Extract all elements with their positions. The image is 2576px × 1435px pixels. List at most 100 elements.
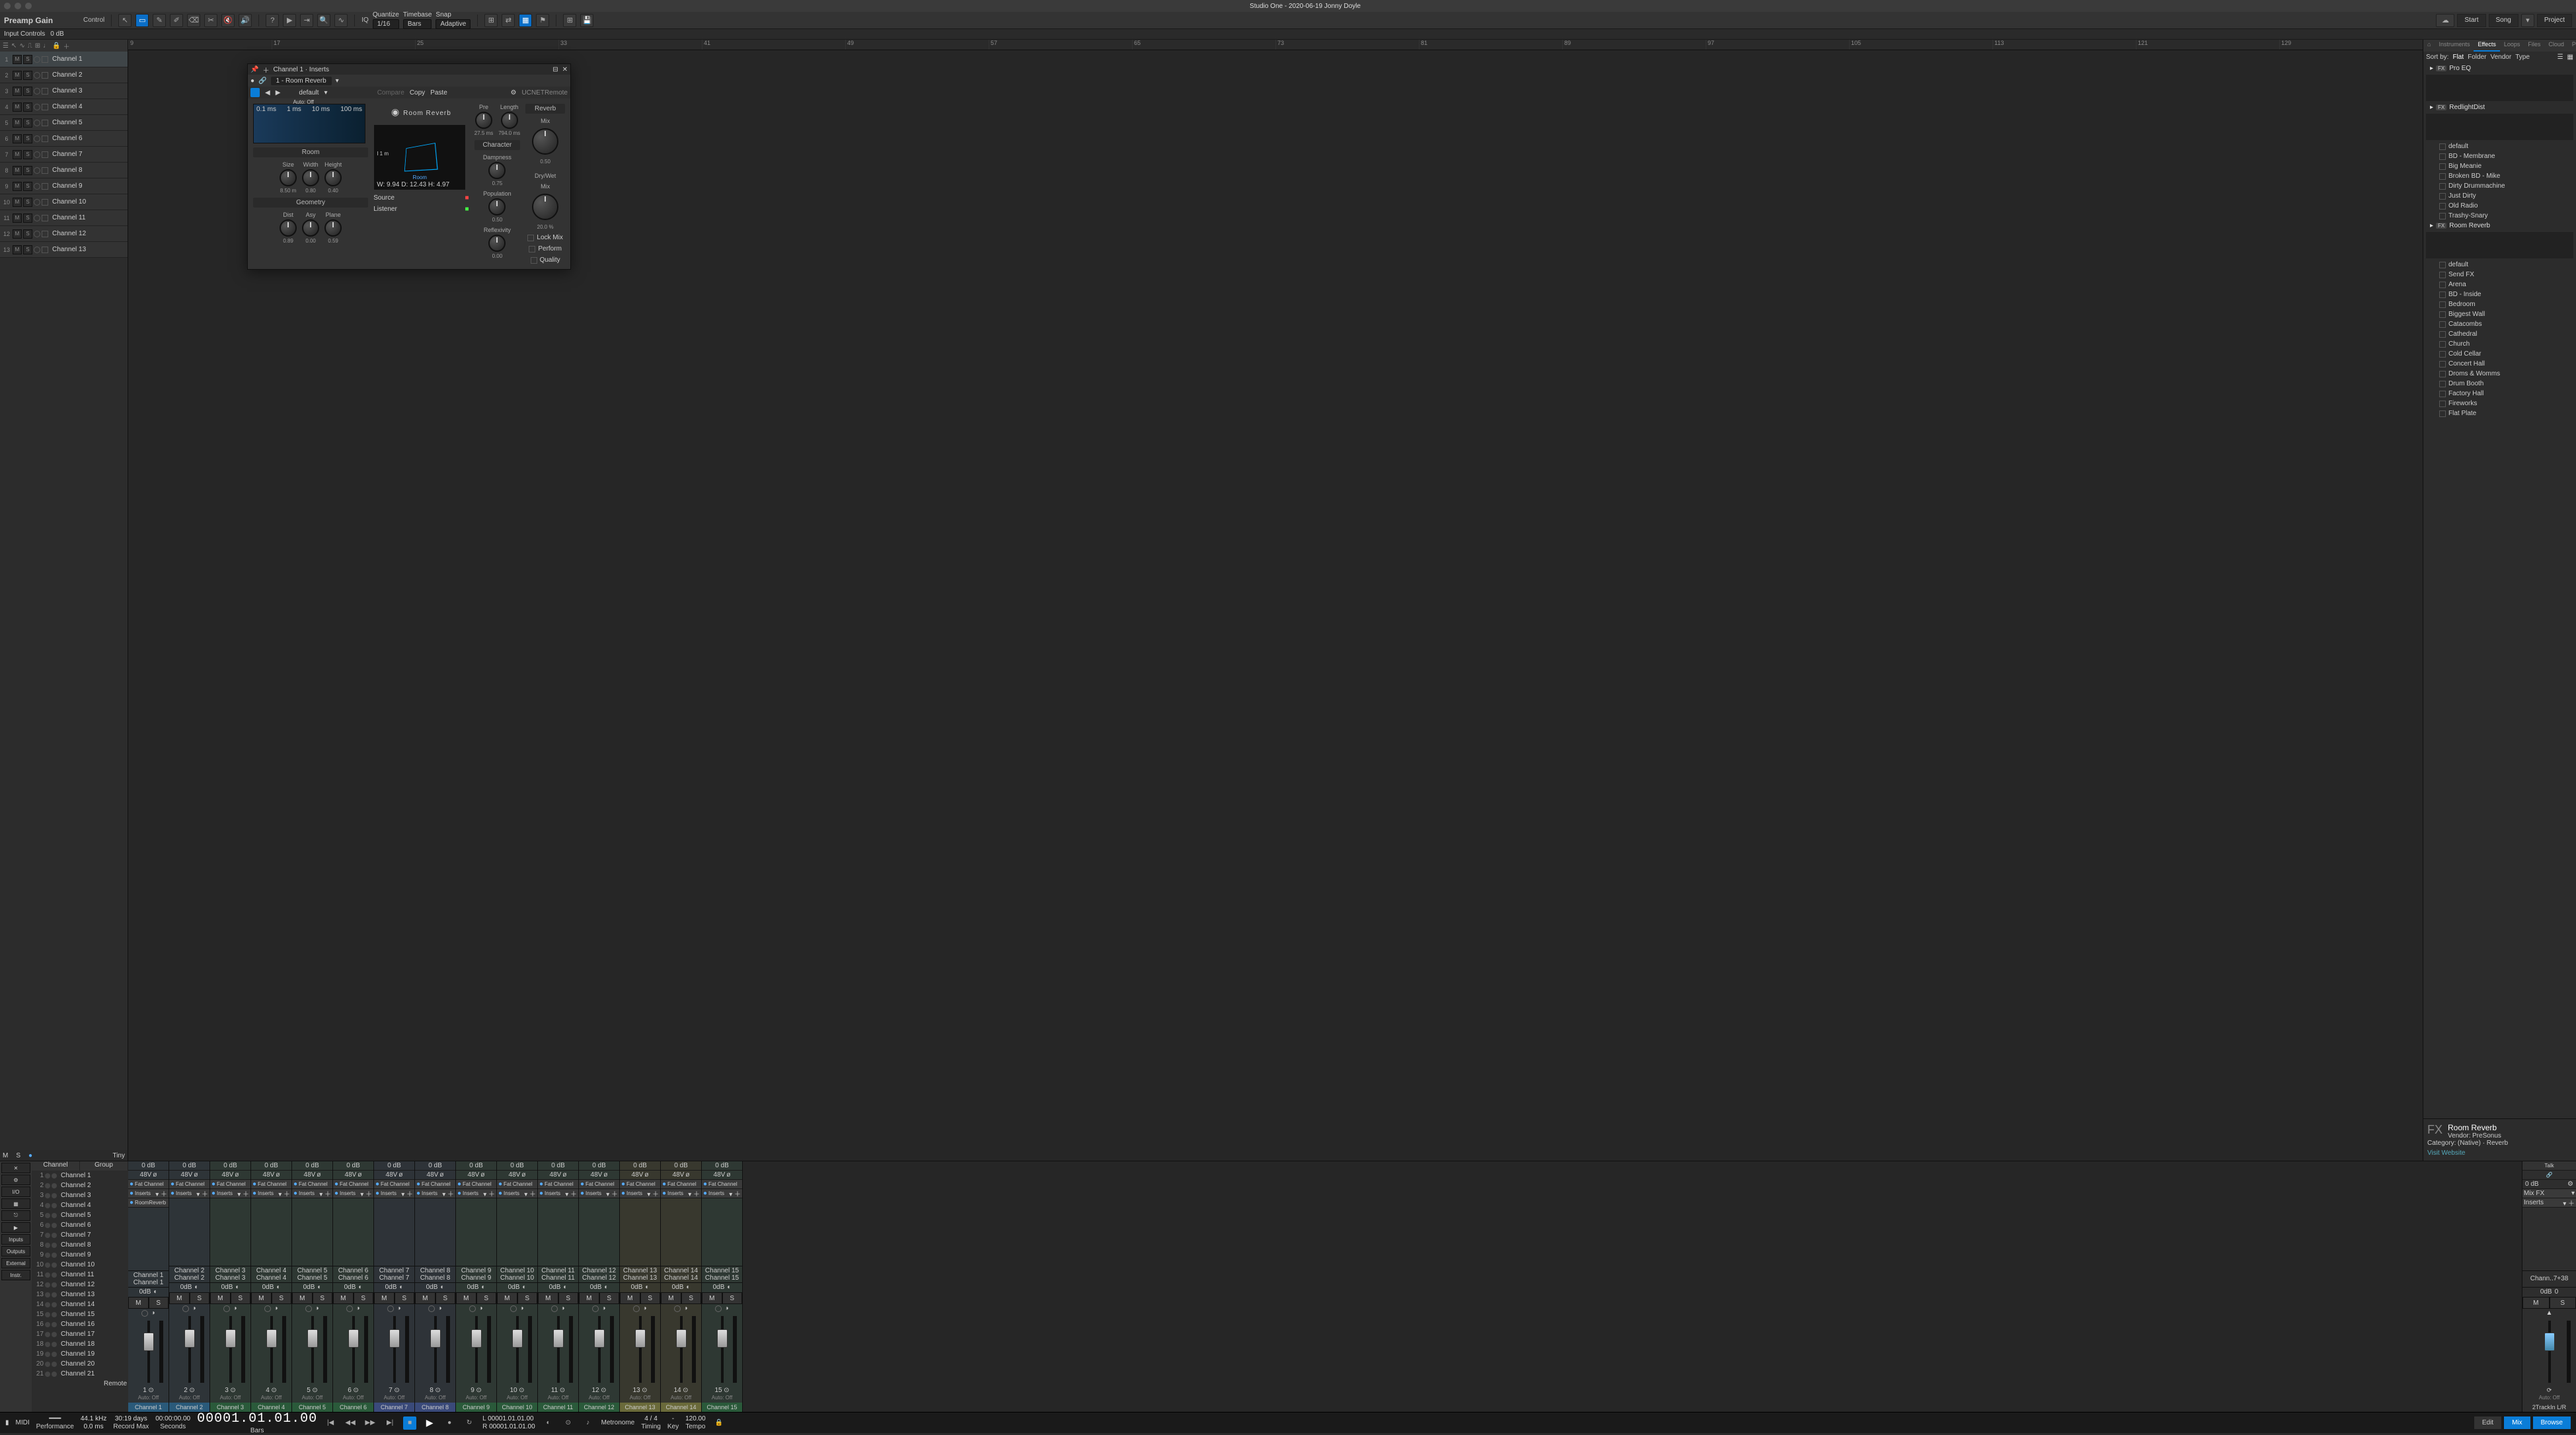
strip-solo[interactable]: S — [681, 1292, 702, 1304]
plugin-next-preset-icon[interactable]: ▶ — [276, 89, 281, 97]
strip-label[interactable]: Channel 15 — [702, 1403, 742, 1412]
strip-fader[interactable] — [620, 1313, 660, 1386]
strip-label[interactable]: Channel 7 — [374, 1403, 414, 1412]
stop-button[interactable]: ■ — [403, 1416, 416, 1430]
mute-button[interactable]: M — [13, 55, 22, 64]
fat-channel-insert[interactable]: ● Fat Channel — [415, 1180, 455, 1189]
fat-channel-insert[interactable]: ● Fat Channel — [456, 1180, 496, 1189]
strip-label[interactable]: Channel 8 — [415, 1403, 455, 1412]
damp-knob[interactable] — [488, 162, 506, 179]
track-row[interactable]: 11MSChannel 11 — [0, 210, 128, 226]
global-solo[interactable]: S — [16, 1152, 20, 1159]
edit-view-button[interactable]: Edit — [2474, 1416, 2501, 1429]
browser-tab-instruments[interactable]: Instruments — [2435, 40, 2474, 52]
plugin-pin-icon[interactable]: 📌 — [250, 66, 258, 73]
mixer-tool[interactable]: Instr. — [1, 1270, 30, 1280]
browser-preset[interactable]: Cathedral — [2423, 329, 2576, 339]
mute-button[interactable]: M — [13, 245, 22, 254]
pan-knob[interactable]: ◐ — [727, 1284, 731, 1291]
plugin-preset-select[interactable]: 1 - Room Reverb — [271, 77, 332, 85]
strip-out-icon[interactable]: ⊙ — [683, 1387, 688, 1394]
strip-solo[interactable]: S — [640, 1292, 661, 1304]
arm-button[interactable] — [34, 167, 40, 174]
length-knob[interactable] — [501, 112, 518, 129]
monitor-button[interactable] — [42, 231, 48, 237]
monitor-button[interactable] — [42, 56, 48, 63]
strip-label[interactable]: Channel 4 — [251, 1403, 291, 1412]
zoom-icon[interactable]: 🔍 — [317, 14, 330, 27]
track-row[interactable]: 2MSChannel 2 — [0, 67, 128, 83]
mix-channel-item[interactable]: 6Channel 6 — [32, 1220, 128, 1230]
inserts-slot[interactable]: ● Inserts ▾ ＋ — [661, 1189, 701, 1198]
view-list-icon[interactable]: ☰ — [2557, 54, 2563, 61]
master-fader[interactable] — [2522, 1318, 2576, 1386]
mix-channel-item[interactable]: 19Channel 19 — [32, 1349, 128, 1359]
strip-auto[interactable]: Auto: Off — [456, 1395, 496, 1403]
strip-arm[interactable] — [633, 1305, 640, 1312]
reflex-knob[interactable] — [488, 235, 506, 252]
strip-arm[interactable] — [510, 1305, 517, 1312]
browser-preset[interactable]: BD - Membrane — [2423, 151, 2576, 161]
height-knob[interactable] — [324, 169, 342, 186]
auto-icon[interactable]: ⎍ — [28, 42, 32, 50]
browser-preset[interactable]: Catacombs — [2423, 319, 2576, 329]
save-icon[interactable]: 💾 — [580, 14, 593, 27]
browser-tab-loops[interactable]: Loops — [2500, 40, 2524, 52]
strip-auto[interactable]: Auto: Off — [292, 1395, 332, 1403]
start-page-tab[interactable]: Start — [2457, 14, 2485, 27]
solo-button[interactable]: S — [23, 118, 32, 128]
monitor-button[interactable] — [42, 183, 48, 190]
strip-auto[interactable]: Auto: Off — [333, 1395, 373, 1403]
solo-button[interactable]: S — [23, 87, 32, 96]
monitor-button[interactable] — [42, 104, 48, 110]
strip-arm[interactable] — [592, 1305, 599, 1312]
strip-mute[interactable]: M — [169, 1292, 190, 1304]
width-knob[interactable] — [302, 169, 319, 186]
strip-fader[interactable] — [374, 1313, 414, 1386]
paint-tool-icon[interactable]: ✐ — [170, 14, 183, 27]
solo-button[interactable]: S — [23, 102, 32, 112]
strip-solo[interactable]: S — [436, 1292, 456, 1304]
strip-fader[interactable] — [169, 1313, 209, 1386]
pan-knob[interactable]: ◐ — [235, 1284, 239, 1291]
strip-mute[interactable]: M — [538, 1292, 558, 1304]
help-icon[interactable]: ? — [266, 14, 279, 27]
size-knob[interactable] — [280, 169, 297, 186]
browser-preset[interactable]: Flat Plate — [2423, 408, 2576, 418]
strip-arm[interactable] — [305, 1305, 312, 1312]
master-link-icon[interactable]: 🔗 — [2522, 1171, 2576, 1180]
arm-button[interactable] — [34, 247, 40, 253]
pop-knob[interactable] — [488, 198, 506, 215]
mix-channel-item[interactable]: 17Channel 17 — [32, 1329, 128, 1339]
talk-button[interactable]: Talk — [2522, 1161, 2576, 1171]
strip-solo[interactable]: S — [517, 1292, 538, 1304]
browser-tab-cloud[interactable]: Cloud — [2544, 40, 2568, 52]
arrange-view[interactable]: 91725334149576573818997105113121129 📌 ＋ … — [128, 40, 2423, 1161]
preroll-icon[interactable]: ◐ — [542, 1416, 555, 1430]
strip-mute[interactable]: M — [456, 1292, 476, 1304]
solo-button[interactable]: S — [23, 55, 32, 64]
sort-type[interactable]: Type — [2515, 54, 2530, 61]
inserts-slot[interactable]: ● Inserts ▾ ＋ — [210, 1189, 250, 1198]
strip-mute[interactable]: M — [333, 1292, 354, 1304]
visit-website-link[interactable]: Visit Website — [2427, 1149, 2572, 1157]
plugin-prev-preset-icon[interactable]: ◀ — [265, 89, 270, 97]
autoscroll-icon[interactable]: ▶ — [283, 14, 296, 27]
strip-auto[interactable]: Auto: Off — [620, 1395, 660, 1403]
lock-icon[interactable]: 🔒 — [52, 42, 60, 50]
project-page-tab[interactable]: Project — [2537, 14, 2572, 27]
strip-monitor[interactable]: ◑ — [233, 1305, 237, 1312]
cloud-icon[interactable]: ☁ — [2436, 14, 2454, 27]
input-gain-value[interactable]: 0 dB — [50, 30, 64, 38]
master-auto[interactable]: Auto: Off — [2522, 1395, 2576, 1403]
strip-monitor[interactable]: ◑ — [642, 1305, 646, 1312]
add-track-icon[interactable]: ＋ — [63, 41, 70, 51]
listen-tool-icon[interactable]: 🔊 — [239, 14, 252, 27]
plugin-prev-icon[interactable]: ● — [250, 77, 254, 85]
curve-icon[interactable]: ∿ — [19, 42, 24, 50]
mix-channel-item[interactable]: 7Channel 7 — [32, 1230, 128, 1240]
strip-auto[interactable]: Auto: Off — [251, 1395, 291, 1403]
roomreverb-insert[interactable]: ● RoomReverb — [128, 1198, 169, 1208]
layout-icon[interactable]: ⊞ — [563, 14, 576, 27]
arrow-icon[interactable]: ↖ — [11, 42, 17, 50]
